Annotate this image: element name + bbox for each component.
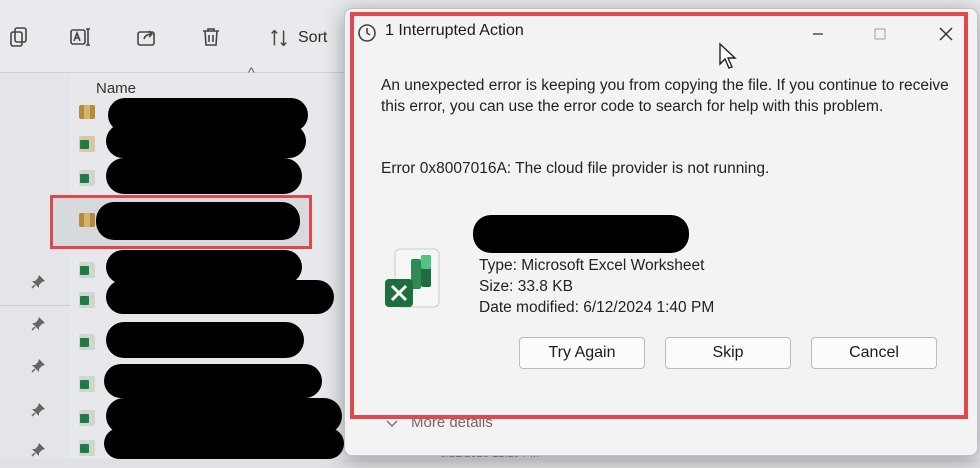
redacted-filename	[473, 215, 689, 253]
pin-icon[interactable]	[30, 316, 46, 332]
interrupted-action-dialog: 1 Interrupted Action An unexpected error…	[344, 8, 978, 456]
pin-icon[interactable]	[30, 442, 46, 458]
skip-button[interactable]: Skip	[665, 337, 791, 369]
archive-file-icon	[78, 210, 96, 230]
file-row[interactable]	[78, 200, 348, 240]
pin-icon[interactable]	[30, 358, 46, 374]
sort-ascending-icon: ^	[248, 64, 255, 80]
excel-file-icon	[78, 260, 96, 280]
file-details: Type: Microsoft Excel Worksheet Size: 33…	[479, 255, 714, 318]
copy-icon[interactable]	[6, 24, 32, 50]
file-row[interactable]	[78, 428, 348, 468]
more-details-label: More details	[411, 414, 493, 431]
share-icon[interactable]	[134, 24, 160, 50]
maximize-button[interactable]	[865, 19, 895, 49]
nav-divider	[0, 305, 70, 306]
close-icon	[939, 27, 953, 41]
redacted-filename	[104, 428, 344, 459]
minimize-icon	[813, 33, 823, 35]
redacted-filename	[106, 250, 302, 284]
redacted-filename	[106, 322, 304, 358]
close-button[interactable]	[931, 19, 961, 49]
sort-icon	[271, 29, 287, 47]
file-type: Type: Microsoft Excel Worksheet	[479, 257, 705, 274]
file-row[interactable]	[78, 322, 348, 362]
dialog-title: 1 Interrupted Action	[385, 22, 524, 39]
try-again-button[interactable]: Try Again	[519, 337, 645, 369]
cancel-button[interactable]: Cancel	[811, 337, 937, 369]
redacted-filename	[106, 158, 302, 194]
pin-icon[interactable]	[30, 274, 46, 290]
error-code: Error 0x8007016A: The cloud file provide…	[381, 160, 770, 177]
file-size: Size: 33.8 KB	[479, 278, 573, 295]
maximize-icon	[874, 28, 886, 40]
delete-icon[interactable]	[198, 24, 224, 50]
archive-file-icon	[78, 102, 96, 122]
redacted-filename	[96, 202, 300, 240]
sort-button[interactable]: Sort	[268, 24, 327, 52]
more-details-toggle[interactable]: More details	[385, 414, 493, 431]
excel-file-icon	[78, 332, 96, 352]
redacted-filename	[106, 280, 334, 314]
file-date-modified: Date modified: 6/12/2024 1:40 PM	[479, 299, 715, 316]
mouse-pointer-icon	[719, 42, 737, 69]
redacted-filename	[104, 364, 322, 398]
minimize-button[interactable]	[803, 19, 833, 49]
excel-file-icon	[78, 408, 96, 428]
clock-icon	[357, 23, 377, 43]
pin-icon[interactable]	[30, 402, 46, 418]
file-row[interactable]	[78, 158, 348, 198]
excel-file-icon	[78, 374, 96, 394]
excel-file-icon	[78, 134, 96, 154]
file-row[interactable]	[78, 280, 348, 320]
dialog-title-bar[interactable]: 1 Interrupted Action	[345, 9, 977, 57]
excel-file-icon	[78, 438, 96, 458]
error-message: An unexpected error is keeping you from …	[381, 77, 949, 115]
sort-label: Sort	[298, 29, 328, 46]
redacted-filename	[106, 124, 306, 158]
excel-file-icon	[78, 290, 96, 310]
chevron-down-icon	[386, 419, 398, 427]
rename-icon[interactable]	[67, 24, 93, 50]
excel-file-icon	[385, 245, 441, 317]
excel-file-icon	[78, 168, 96, 188]
